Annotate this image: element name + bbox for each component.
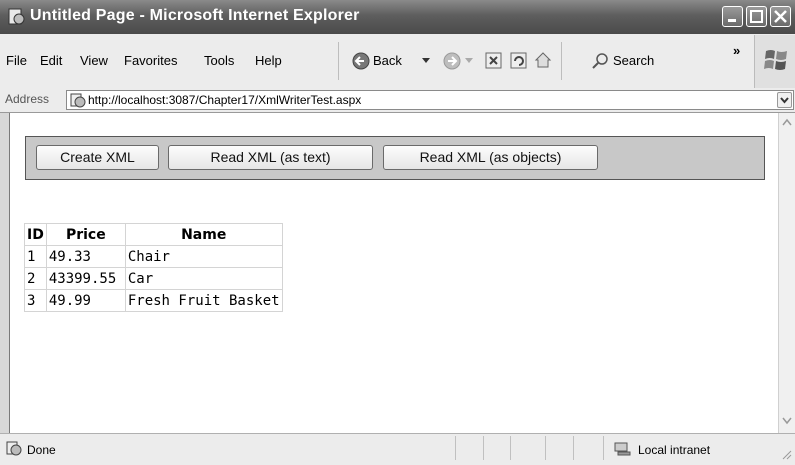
address-url[interactable]: http://localhost:3087/Chapter17/XmlWrite…	[88, 93, 361, 107]
scroll-down-icon[interactable]	[781, 415, 793, 425]
address-dropdown-button[interactable]	[777, 92, 792, 108]
back-dropdown-icon[interactable]	[422, 58, 430, 64]
status-divider	[455, 436, 456, 460]
status-divider	[545, 436, 546, 460]
cell-id: 1	[24, 245, 47, 268]
column-header-id: ID	[24, 223, 47, 246]
menu-edit[interactable]: Edit	[40, 53, 62, 68]
page-icon	[70, 93, 86, 108]
cell-id: 3	[24, 289, 47, 312]
cell-name: Fresh Fruit Basket	[124, 289, 283, 312]
close-icon	[774, 10, 787, 23]
vertical-scrollbar[interactable]	[778, 113, 795, 433]
resize-grip-icon[interactable]	[780, 448, 792, 460]
read-xml-objects-button[interactable]: Read XML (as objects)	[383, 145, 598, 170]
scroll-up-icon[interactable]	[781, 117, 793, 127]
security-zone-label: Local intranet	[638, 443, 711, 457]
stop-icon[interactable]	[485, 52, 502, 69]
create-xml-button[interactable]: Create XML	[36, 145, 159, 170]
grid-header-row: ID Price Name	[24, 223, 283, 246]
cell-name: Car	[124, 267, 283, 290]
forward-arrow-icon[interactable]	[443, 52, 461, 70]
cell-price: 43399.55	[45, 267, 126, 290]
status-divider	[603, 436, 604, 460]
search-button-label[interactable]: Search	[613, 53, 654, 68]
home-icon[interactable]	[534, 51, 552, 69]
menu-tools[interactable]: Tools	[204, 53, 234, 68]
toolbar-separator	[338, 42, 339, 80]
data-grid: ID Price Name 1 49.33 Chair 2 43399.55 C…	[24, 223, 283, 312]
column-header-price: Price	[45, 223, 126, 246]
back-button-label[interactable]: Back	[373, 53, 402, 68]
menu-help[interactable]: Help	[255, 53, 282, 68]
menu-favorites[interactable]: Favorites	[124, 53, 177, 68]
maximize-icon	[750, 10, 763, 23]
title-bar: Untitled Page - Microsoft Internet Explo…	[0, 0, 795, 34]
browser-window: Untitled Page - Microsoft Internet Explo…	[0, 0, 795, 465]
menu-file[interactable]: File	[6, 53, 27, 68]
menu-view[interactable]: View	[80, 53, 108, 68]
minimize-button[interactable]	[722, 6, 743, 27]
window-title: Untitled Page - Microsoft Internet Explo…	[30, 7, 360, 24]
search-icon[interactable]	[591, 52, 609, 70]
close-button[interactable]	[770, 6, 791, 27]
windows-logo-box	[754, 35, 795, 88]
status-text: Done	[27, 443, 56, 457]
status-divider	[573, 436, 574, 460]
cell-price: 49.99	[45, 289, 126, 312]
intranet-zone-icon	[614, 442, 631, 456]
table-row: 1 49.33 Chair	[24, 245, 283, 268]
table-row: 3 49.99 Fresh Fruit Basket	[24, 289, 283, 312]
cell-price: 49.33	[45, 245, 126, 268]
read-xml-text-button[interactable]: Read XML (as text)	[168, 145, 373, 170]
table-row: 2 43399.55 Car	[24, 267, 283, 290]
address-label: Address	[5, 92, 50, 106]
chevron-down-icon	[780, 97, 789, 104]
status-divider	[510, 436, 511, 460]
minimize-icon	[728, 19, 736, 22]
status-divider	[483, 436, 484, 460]
ie-page-icon	[8, 8, 25, 25]
refresh-icon[interactable]	[510, 52, 527, 69]
column-header-name: Name	[124, 223, 283, 246]
forward-dropdown-icon[interactable]	[465, 58, 473, 64]
cell-id: 2	[24, 267, 47, 290]
cell-name: Chair	[124, 245, 283, 268]
back-arrow-icon[interactable]	[352, 52, 370, 70]
toolbar-overflow-chevron[interactable]: »	[733, 43, 740, 58]
windows-flag-icon	[764, 50, 787, 70]
page-done-icon	[6, 441, 22, 456]
maximize-button[interactable]	[746, 6, 767, 27]
toolbar-separator	[561, 42, 562, 80]
